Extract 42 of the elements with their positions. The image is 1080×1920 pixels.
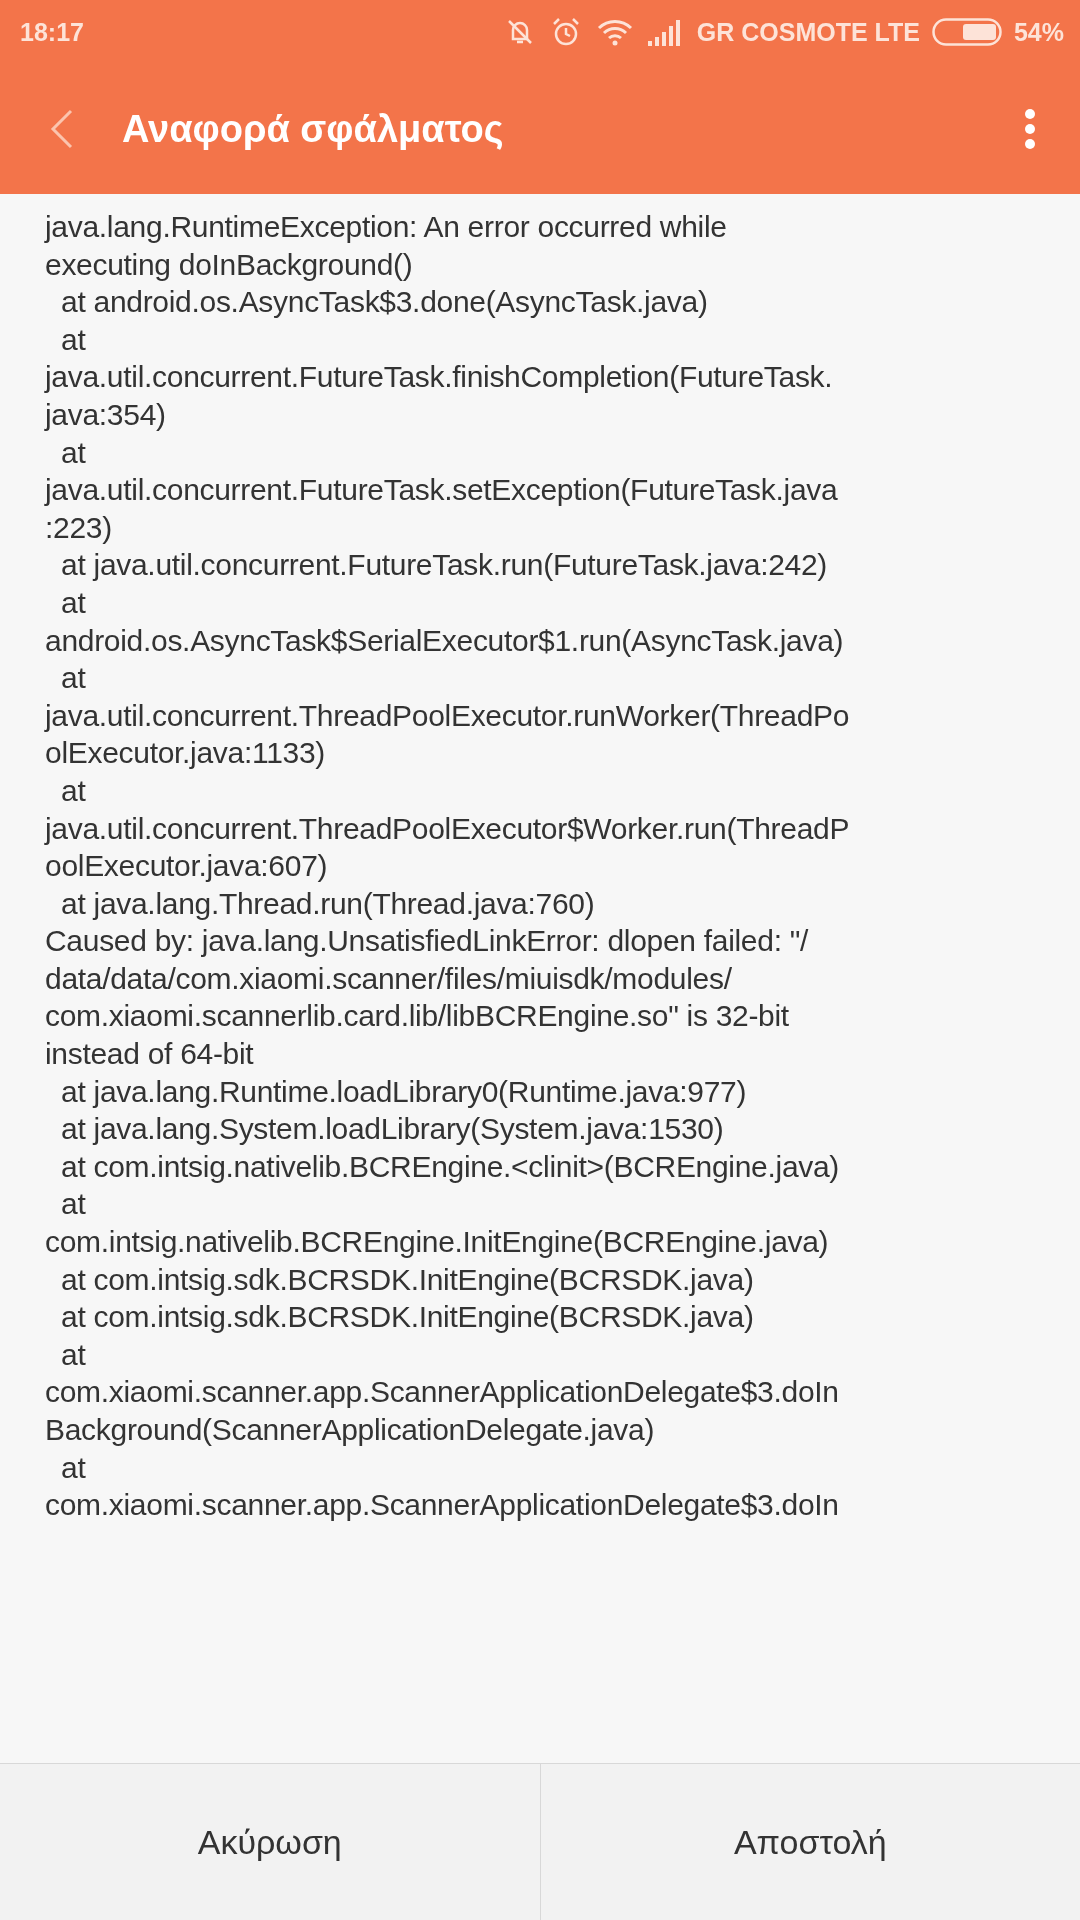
status-time: 18:17	[20, 17, 84, 47]
report-text-line: at	[60, 321, 87, 358]
report-text-line: Caused by: java.lang.UnsatisfiedLinkError: dlopen failed: "/	[45, 923, 810, 960]
report-text-line: data/data/com.xiaomi.scanner/files/miuisdk/modules/	[45, 960, 733, 997]
report-text-line: at	[60, 434, 87, 471]
report-text-line: :223)	[45, 509, 113, 546]
report-text-line: instead of 64-bit	[45, 1036, 255, 1073]
report-text-line: android.os.AsyncTask$SerialExecutor$1.run(AsyncTask.java)	[45, 622, 845, 659]
carrier-name: GR COSMOTE LTE	[696, 17, 920, 47]
report-text-line: at com.intsig.sdk.BCRSDK.InitEngine(BCRSDK.java)	[60, 1299, 755, 1336]
report-text-line: at	[60, 1186, 87, 1223]
back-icon[interactable]	[50, 109, 74, 149]
battery-icon	[931, 18, 1002, 46]
report-text-line: java.util.concurrent.FutureTask.finishCompletion(FutureTask.	[45, 359, 834, 396]
report-text-line: at android.os.AsyncTask$3.done(AsyncTask.java)	[60, 284, 709, 321]
report-text-line: at com.intsig.nativelib.BCREngine.<clinit>(BCREngine.java)	[60, 1148, 841, 1185]
report-text-line: java.lang.RuntimeException: An error occurred while	[45, 209, 728, 245]
report-text-line: at com.intsig.sdk.BCRSDK.InitEngine(BCRSDK.java)	[60, 1261, 755, 1298]
report-text-line: executing doInBackground()	[45, 246, 414, 283]
battery-percent: 54%	[1013, 17, 1064, 47]
report-text-line: java.util.concurrent.ThreadPoolExecutor.runWorker(ThreadPo	[45, 697, 851, 734]
more-options-icon[interactable]	[1024, 108, 1036, 150]
report-text-line: at java.util.concurrent.FutureTask.run(FutureTask.java:242)	[60, 547, 829, 584]
report-text-line: java:354)	[45, 396, 167, 433]
report-text-line: com.xiaomi.scanner.app.ScannerApplicationDelegate$3.doIn	[45, 1374, 840, 1411]
report-text-line: at	[60, 584, 87, 621]
report-text-line: olExecutor.java:1133)	[45, 735, 326, 772]
report-text-line: at java.lang.Runtime.loadLibrary0(Runtime.java:977)	[60, 1073, 748, 1110]
report-text-line: java.util.concurrent.ThreadPoolExecutor$Worker.run(ThreadP	[45, 810, 851, 847]
report-text-line: at	[60, 772, 87, 809]
screen-title: Αναφορά σφάλματος	[122, 107, 505, 151]
report-text-line: oolExecutor.java:607)	[45, 848, 329, 885]
report-text-line: com.xiaomi.scannerlib.card.lib/libBCREngine.so" is 32-bit	[45, 998, 790, 1035]
report-text-line: at	[60, 660, 87, 697]
report-text-line: at	[60, 1449, 87, 1486]
report-text-line: Background(ScannerApplicationDelegate.java)	[45, 1412, 656, 1448]
report-text-line: com.intsig.nativelib.BCREngine.InitEngine(BCREngine.java)	[45, 1224, 830, 1261]
report-text-line: at java.lang.System.loadLibrary(System.java:1530)	[60, 1111, 725, 1148]
report-text-line: at	[60, 1336, 87, 1373]
report-text-line: java.util.concurrent.FutureTask.setException(FutureTask.java	[45, 472, 839, 509]
report-text-line: at java.lang.Thread.run(Thread.java:760)	[60, 885, 596, 922]
report-text-line: com.xiaomi.scanner.app.ScannerApplicationDelegate$3.doIn	[45, 1487, 840, 1524]
